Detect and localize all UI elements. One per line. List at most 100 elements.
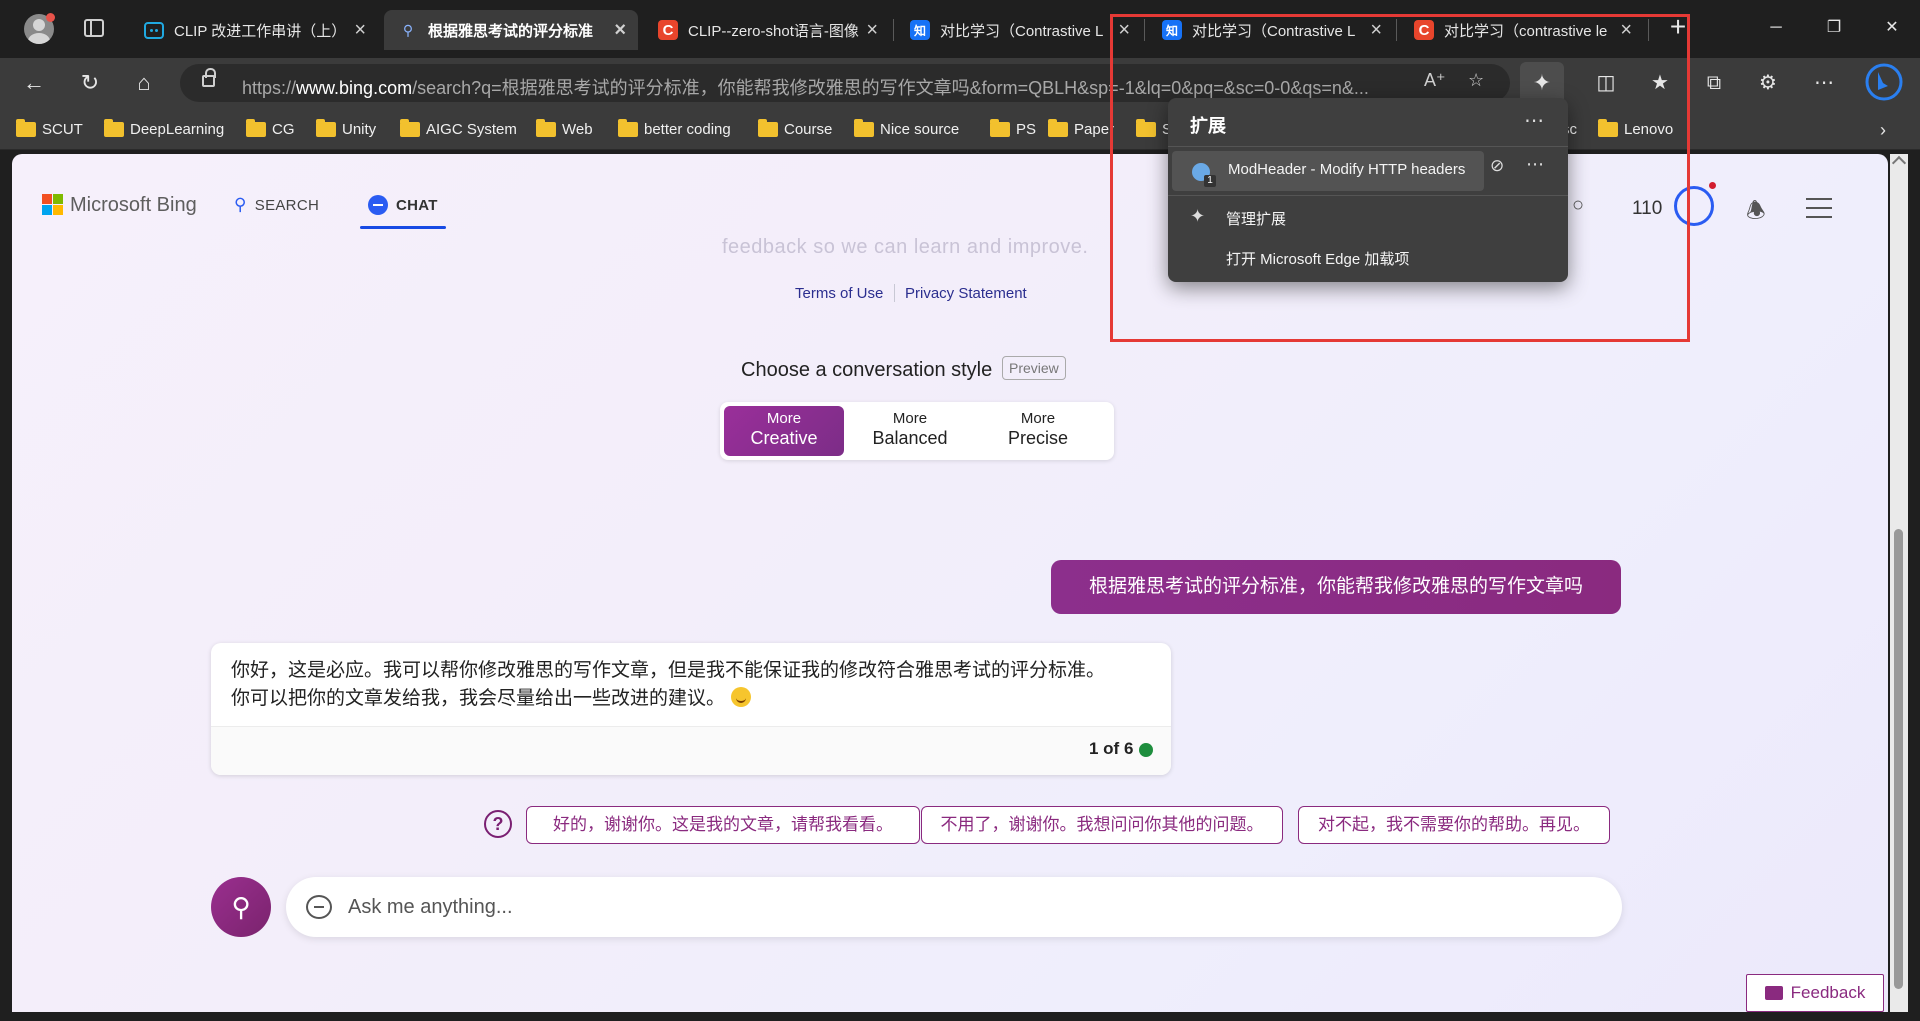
suggestion-chip[interactable]: 好的，谢谢你。这是我的文章，请帮我看看。: [526, 806, 920, 844]
extension-badge: 1: [1204, 175, 1216, 187]
add-favorite-icon[interactable]: ☆: [1468, 70, 1484, 91]
folder-icon: [316, 118, 336, 137]
bookmark-folder[interactable]: SCUT: [16, 118, 83, 140]
bot-response-line: 你可以把你的文章发给我，我会尽量给出一些改进的建议。: [231, 688, 726, 709]
minimize-button[interactable]: ─: [1756, 14, 1796, 42]
performance-icon[interactable]: ⚙: [1752, 68, 1784, 98]
tab-separator: [1144, 19, 1145, 41]
rewards-icon[interactable]: [1674, 186, 1714, 226]
more-options-icon[interactable]: ⋯: [1808, 68, 1840, 98]
bookmark-folder[interactable]: Paper: [1048, 118, 1114, 140]
url-text[interactable]: https://www.bing.com/search?q=根据雅思考试的评分标…: [242, 74, 1372, 100]
folder-icon: [400, 118, 420, 137]
refresh-icon[interactable]: ↻: [74, 68, 106, 98]
hamburger-menu-icon[interactable]: [1806, 198, 1832, 218]
home-icon[interactable]: ⌂: [128, 68, 160, 98]
bookmark-folder[interactable]: Lenovo: [1598, 118, 1673, 140]
bookmark-folder[interactable]: AIGC System: [400, 118, 517, 140]
smiley-emoji-icon: [731, 687, 752, 707]
tab-contrastive-zhihu-2[interactable]: 知 对比学习（Contrastive L ×: [1148, 10, 1394, 50]
bookmark-folder[interactable]: PS: [990, 118, 1036, 140]
chevron-right-icon[interactable]: ›: [1880, 120, 1886, 141]
manage-extensions-link[interactable]: 管理扩展: [1226, 208, 1286, 229]
privacy-statement-link[interactable]: Privacy Statement: [905, 285, 1027, 302]
tab-bing-search[interactable]: ⚲ 根据雅思考试的评分标准 ×: [384, 10, 638, 50]
bookmark-folder[interactable]: Web: [536, 118, 593, 140]
bing-copilot-icon[interactable]: [1864, 60, 1904, 104]
address-bar[interactable]: https://www.bing.com/search?q=根据雅思考试的评分标…: [180, 64, 1510, 102]
open-edge-addons-link[interactable]: 打开 Microsoft Edge 加载项: [1226, 248, 1409, 269]
more-options-icon[interactable]: ⋯: [1526, 154, 1544, 175]
bookmark-folder[interactable]: better coding: [618, 118, 731, 140]
close-icon[interactable]: ×: [1370, 19, 1382, 42]
search-icon: ⚲: [402, 21, 414, 38]
hide-from-toolbar-icon[interactable]: ⊘: [1490, 156, 1504, 176]
bookmark-folder[interactable]: CG: [246, 118, 295, 140]
bookmark-folder[interactable]: Course: [758, 118, 832, 140]
scroll-thumb[interactable]: [1894, 529, 1903, 989]
chat-input-box[interactable]: [286, 877, 1622, 937]
ask-input[interactable]: [348, 892, 1598, 922]
back-arrow-icon[interactable]: ←: [18, 68, 50, 98]
suggestion-chip[interactable]: 不用了，谢谢你。我想问问你其他的问题。: [921, 806, 1283, 844]
split-screen-icon[interactable]: ◫: [1590, 68, 1622, 98]
bookmark-folder[interactable]: Nice source: [854, 118, 959, 140]
puzzle-icon: ✦: [1190, 206, 1206, 226]
style-precise-button[interactable]: More Precise: [978, 406, 1098, 456]
new-tab-button[interactable]: +: [1664, 13, 1692, 42]
brand-name[interactable]: Microsoft Bing: [70, 194, 197, 217]
folder-icon: [990, 118, 1010, 137]
favorites-icon[interactable]: ★: [1644, 68, 1676, 98]
tab-contrastive-csdn[interactable]: C 对比学习（contrastive le ×: [1400, 10, 1644, 50]
bookmark-label: AIGC System: [426, 120, 517, 138]
scroll-up-arrow-icon[interactable]: [1891, 155, 1907, 171]
chat-active-indicator: [360, 226, 446, 229]
new-topic-broom-icon[interactable]: ⚲: [211, 877, 271, 937]
close-icon[interactable]: ×: [866, 19, 878, 42]
tab-actions-icon[interactable]: [84, 19, 104, 37]
tab-title: 对比学习（contrastive le: [1444, 22, 1608, 40]
extension-item-modheader[interactable]: 1 ModHeader - Modify HTTP headers: [1172, 151, 1484, 191]
bell-icon[interactable]: 🕭: [1746, 194, 1766, 232]
nav-chat-link[interactable]: CHAT: [368, 195, 438, 215]
style-balanced-button[interactable]: More Balanced: [850, 406, 970, 456]
read-aloud-icon[interactable]: A⁺: [1424, 70, 1446, 91]
tab-clip-video[interactable]: CLIP 改进工作串讲（上） ×: [130, 10, 378, 50]
bot-response-card: 你好，这是必应。我可以帮你修改雅思的写作文章，但是我不能保证我的修改符合雅思考试…: [211, 643, 1171, 775]
style-creative-button[interactable]: More Creative: [724, 406, 844, 456]
navigation-bar: ← ↻ ⌂ https://www.bing.com/search?q=根据雅思…: [0, 58, 1920, 108]
close-icon[interactable]: ×: [614, 19, 626, 42]
close-icon[interactable]: ×: [1620, 19, 1632, 42]
terms-of-use-link[interactable]: Terms of Use: [795, 285, 883, 302]
folder-icon: [16, 118, 36, 137]
close-window-button[interactable]: ✕: [1872, 14, 1912, 42]
suggestion-chip[interactable]: 对不起，我不需要你的帮助。再见。: [1298, 806, 1610, 844]
folder-icon: [854, 118, 874, 137]
close-icon[interactable]: ×: [354, 19, 366, 42]
bookmark-folder[interactable]: Unity: [316, 118, 376, 140]
tab-clip-csdn[interactable]: C CLIP--zero-shot语言-图像 ×: [644, 10, 890, 50]
collections-icon[interactable]: ⧉: [1698, 68, 1730, 98]
lock-icon[interactable]: [202, 68, 216, 87]
close-icon[interactable]: ×: [1118, 19, 1130, 42]
microsoft-logo-icon[interactable]: [42, 194, 64, 216]
bookmark-label: Paper: [1074, 120, 1115, 138]
folder-icon: [758, 118, 778, 137]
question-icon[interactable]: ?: [484, 810, 512, 838]
bookmark-folder[interactable]: S: [1136, 118, 1172, 140]
bot-response-text: 你好，这是必应。我可以帮你修改雅思的写作文章，但是我不能保证我的修改符合雅思考试…: [231, 657, 1156, 713]
csdn-icon: C: [658, 20, 678, 40]
profile-status-dot: [46, 13, 55, 22]
page-scrollbar[interactable]: [1890, 154, 1908, 1012]
rewards-points[interactable]: 110: [1632, 198, 1662, 220]
maximize-button[interactable]: ❐: [1814, 14, 1854, 42]
url-host: www.bing.com: [296, 78, 413, 98]
more-options-icon[interactable]: ⋯: [1524, 108, 1545, 133]
feedback-button[interactable]: Feedback: [1746, 974, 1884, 1012]
bookmark-folder[interactable]: DeepLearning: [104, 118, 224, 140]
bot-response-line: 你好，这是必应。我可以帮你修改雅思的写作文章，但是我不能保证我的修改符合雅思考试…: [231, 660, 1106, 681]
user-icon[interactable]: ○: [1564, 194, 1592, 222]
tab-contrastive-zhihu-1[interactable]: 知 对比学习（Contrastive L ×: [896, 10, 1142, 50]
folder-icon: [536, 118, 556, 137]
nav-search-link[interactable]: ⚲ SEARCH: [234, 195, 319, 215]
